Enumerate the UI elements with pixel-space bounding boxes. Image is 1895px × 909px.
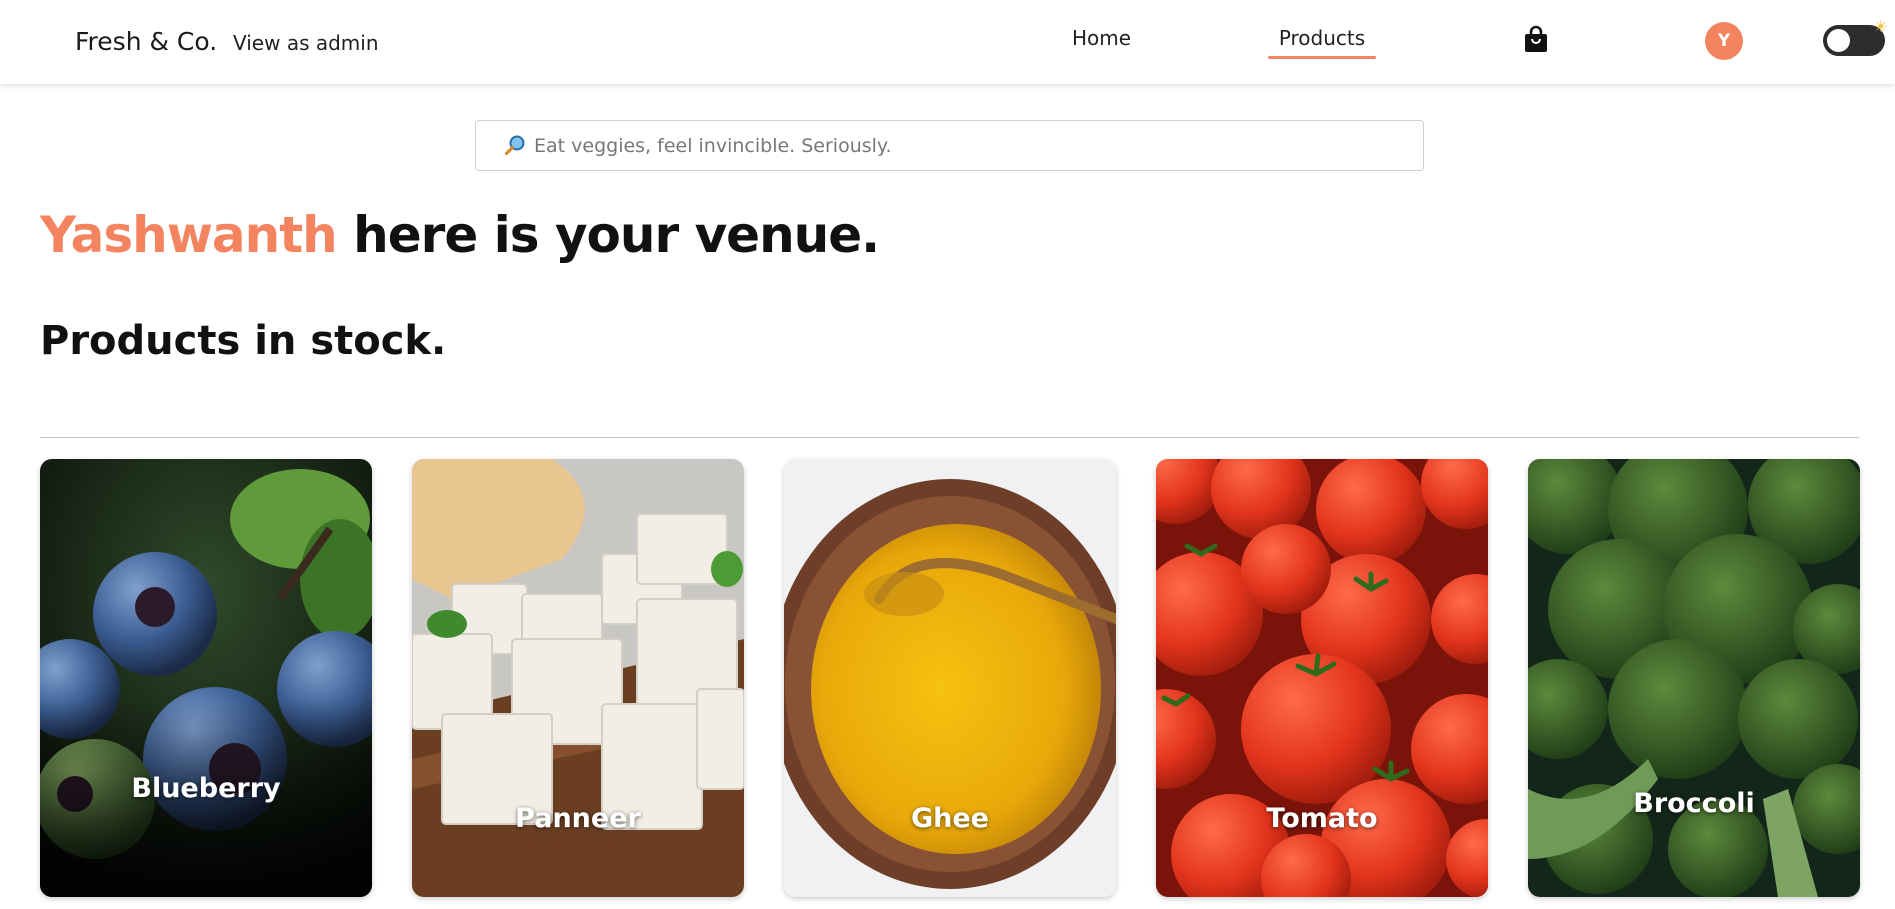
- magnifier-icon: [504, 135, 525, 156]
- user-avatar[interactable]: Y: [1705, 22, 1743, 60]
- product-name: Tomato: [1266, 803, 1378, 834]
- sun-icon: ☀: [1873, 17, 1888, 36]
- section-divider: [40, 437, 1859, 438]
- product-card-tomato[interactable]: Tomato: [1156, 459, 1488, 897]
- cart-button[interactable]: [1523, 25, 1549, 53]
- search-input[interactable]: [534, 129, 1394, 163]
- product-name: Broccoli: [1633, 788, 1755, 819]
- search-bar: [475, 120, 1424, 171]
- nav-link-products[interactable]: Products: [1267, 26, 1377, 50]
- nav-link-home[interactable]: Home: [1072, 26, 1131, 50]
- toggle-knob: [1827, 29, 1850, 52]
- shopping-bag-icon: [1525, 25, 1547, 52]
- product-name: Panneer: [515, 803, 641, 834]
- brand-logo-text[interactable]: Fresh & Co.: [75, 27, 217, 56]
- theme-toggle[interactable]: ☀: [1823, 19, 1888, 56]
- product-card-blueberry[interactable]: Blueberry: [40, 459, 372, 897]
- active-nav-indicator: [1268, 56, 1376, 59]
- product-card-panneer[interactable]: Panneer: [412, 459, 744, 897]
- product-card-broccoli[interactable]: Broccoli: [1528, 459, 1860, 897]
- product-name: Blueberry: [131, 773, 281, 804]
- product-name: Ghee: [910, 803, 989, 834]
- product-card-ghee[interactable]: Ghee: [784, 459, 1116, 897]
- blueberry-image: [40, 459, 372, 897]
- navbar: Fresh & Co. View as admin Home Products …: [0, 0, 1895, 84]
- broccoli-image: [1528, 459, 1860, 897]
- view-as-admin-link[interactable]: View as admin: [233, 31, 379, 55]
- greeting-text: here is your venue.: [353, 206, 880, 264]
- page-greeting: Yashwanth here is your venue.: [40, 206, 880, 264]
- section-title: Products in stock.: [40, 318, 447, 364]
- greeting-user-name: Yashwanth: [40, 206, 338, 264]
